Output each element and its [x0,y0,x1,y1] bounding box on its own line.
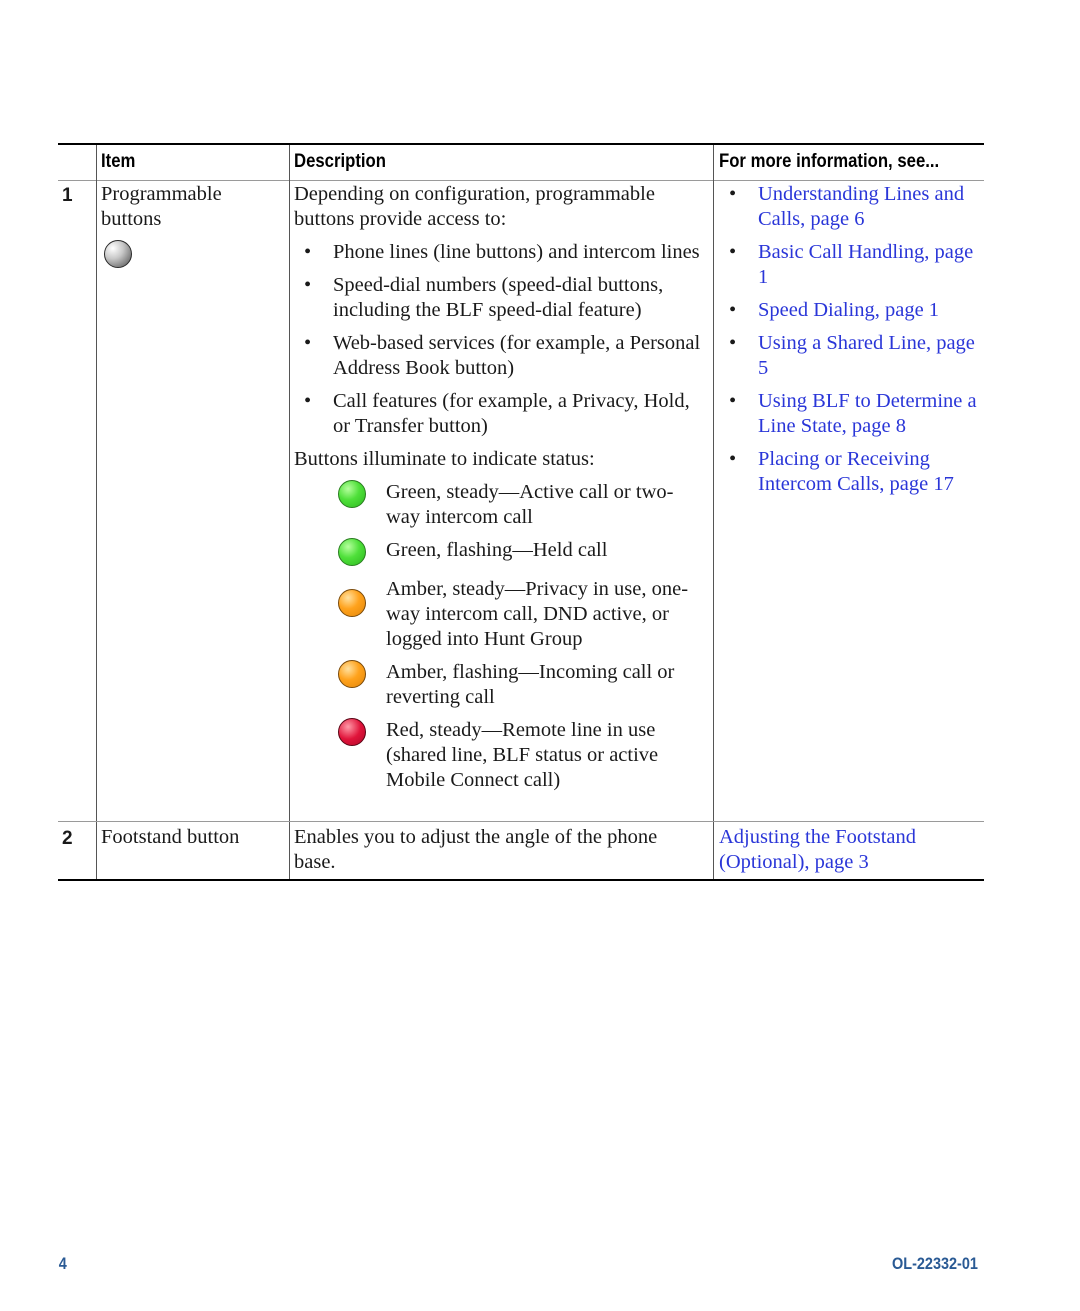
bullet-icon: • [729,448,737,470]
feature-list: • Phone lines (line buttons) and intercom… [294,240,704,439]
item-name-line: buttons [101,208,162,230]
column-divider [713,145,714,881]
list-item: • Call features (for example, a Privacy, … [294,389,704,439]
more-info-links: • Understanding Lines and Calls, page 6 •… [719,182,981,505]
link-basic-call-handling[interactable]: Basic Call Handling, page 1 [758,241,973,288]
list-item: • Basic Call Handling, page 1 [719,240,981,290]
description-intro: Depending on configuration, programmable… [294,183,655,230]
row-number: 1 [62,185,73,206]
list-item: • Using a Shared Line, page 5 [719,331,981,381]
status-item: Green, steady—Active call or two-way int… [294,480,704,530]
table-header: Item Description For more information, s… [58,145,984,181]
list-item: • Using BLF to Determine a Line State, pa… [719,389,981,439]
item-name-line: Programmable [101,183,222,205]
item-description: Depending on configuration, programmable… [294,182,704,801]
link-adjusting-footstand[interactable]: Adjusting the Footstand (Optional), page… [719,826,916,873]
item-description: Enables you to adjust the angle of the p… [294,826,658,873]
table-bottom-rule [58,879,984,881]
status-item: Amber, flashing—Incoming call or reverti… [294,660,704,710]
bullet-icon: • [304,390,312,412]
list-item: • Web-based services (for example, a Pers… [294,331,704,381]
list-item-text: Call features (for example, a Privacy, H… [333,390,690,437]
list-item-text: Speed-dial numbers (speed-dial buttons, … [333,274,664,321]
green-led-icon [338,480,366,508]
list-item: • Speed Dialing, page 1 [719,298,981,323]
status-item: Amber, steady—Privacy in use, one-way in… [294,577,704,652]
amber-led-icon [338,589,366,617]
list-item-text: Phone lines (line buttons) and intercom … [333,241,700,263]
green-led-icon [338,538,366,566]
more-info-links: Adjusting the Footstand (Optional), page… [719,825,959,875]
status-text: Red, steady—Remote line in use (shared l… [386,719,659,791]
header-more-info: For more information, see... [719,151,940,172]
item-name: Programmable buttons [101,182,286,232]
document-id: OL-22332-01 [892,1254,978,1273]
link-understanding-lines[interactable]: Understanding Lines and Calls, page 6 [758,183,964,230]
row-divider [58,821,984,822]
status-text: Amber, steady—Privacy in use, one-way in… [386,578,689,650]
bullet-icon: • [729,183,737,205]
list-item-text: Web-based services (for example, a Perso… [333,332,701,379]
link-list: • Understanding Lines and Calls, page 6 •… [719,182,981,497]
page-number: 4 [58,1254,67,1273]
status-text: Green, steady—Active call or two-way int… [386,481,674,528]
status-text: Amber, flashing—Incoming call or reverti… [386,661,675,708]
bullet-icon: • [729,332,737,354]
bullet-icon: • [304,241,312,263]
status-text: Green, flashing—Held call [386,539,608,561]
bullet-icon: • [304,274,312,296]
link-using-blf[interactable]: Using BLF to Determine a Line State, pag… [758,390,977,437]
list-item: • Phone lines (line buttons) and intercom… [294,240,704,265]
header-item: Item [101,151,136,172]
bullet-icon: • [729,241,737,263]
column-divider [96,145,97,881]
list-item: • Speed-dial numbers (speed-dial buttons,… [294,273,704,323]
link-speed-dialing[interactable]: Speed Dialing, page 1 [758,299,939,321]
status-item: Green, flashing—Held call [294,538,704,566]
list-item: • Understanding Lines and Calls, page 6 [719,182,981,232]
info-table: Item Description For more information, s… [58,143,984,883]
list-item: • Placing or Receiving Intercom Calls, pa… [719,447,981,497]
status-item: Red, steady—Remote line in use (shared l… [294,718,704,793]
amber-led-icon [338,660,366,688]
status-intro: Buttons illuminate to indicate status: [294,448,595,470]
link-shared-line[interactable]: Using a Shared Line, page 5 [758,332,975,379]
column-divider [289,145,290,881]
link-intercom-calls[interactable]: Placing or Receiving Intercom Calls, pag… [758,448,954,495]
item-name: Footstand button [101,826,240,848]
bullet-icon: • [729,390,737,412]
bullet-icon: • [729,299,737,321]
bullet-icon: • [304,332,312,354]
red-led-icon [338,718,366,746]
programmable-button-icon [104,240,132,268]
row-number: 2 [62,828,73,849]
header-description: Description [294,151,386,172]
